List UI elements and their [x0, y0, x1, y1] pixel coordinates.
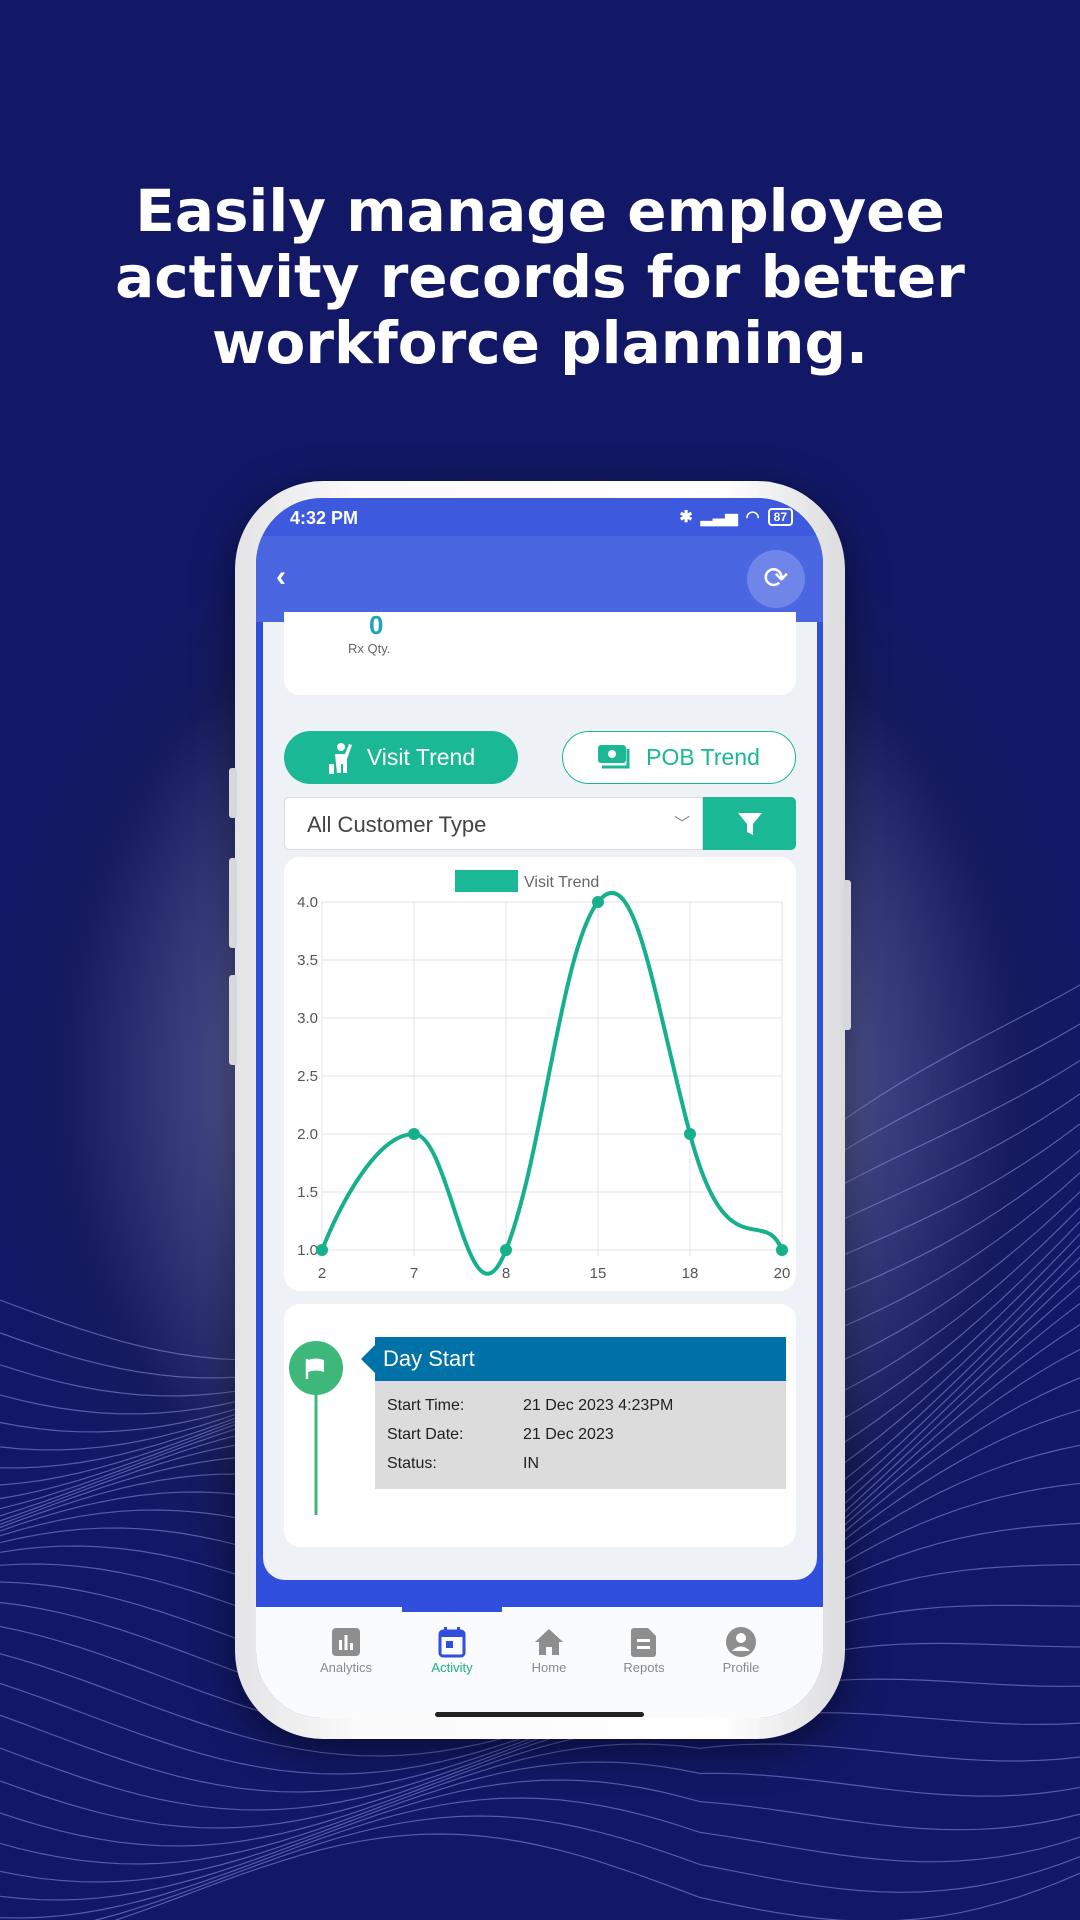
nav-activity[interactable]: Activity: [402, 1624, 502, 1675]
headline: Easily manage employee activity records …: [115, 177, 965, 377]
document-icon: [631, 1628, 656, 1657]
person-waving-icon: [328, 742, 352, 774]
filter-button[interactable]: [703, 797, 796, 850]
data-point: [592, 896, 604, 908]
nav-reports[interactable]: Repots: [594, 1624, 694, 1675]
day-start-details: Start Time: 21 Dec 2023 4:23PM Start Date…: [375, 1381, 786, 1489]
home-indicator[interactable]: [435, 1712, 644, 1717]
nav-home[interactable]: Home: [499, 1624, 599, 1675]
filter-icon: [737, 812, 762, 835]
legend-swatch: [455, 870, 518, 892]
chart-card: 1.0 1.5 2.0 2.5 3.0 3.5 4.0 2 7 8 15 18 20 Visit Tren…: [284, 857, 796, 1291]
app-header: ‹ ⟳: [256, 536, 823, 622]
status-bar: 4:32 PM ✱ ▂▃▅ ◠ 87: [256, 498, 823, 536]
data-point: [408, 1128, 420, 1140]
timeline: [289, 1341, 343, 1515]
wifi-icon: ◠: [745, 509, 760, 526]
phone-button: [229, 975, 237, 1065]
pob-trend-tab[interactable]: POB Trend: [562, 731, 796, 784]
y-tick-label: 1.5: [297, 1184, 318, 1201]
money-icon: [598, 744, 630, 768]
data-point: [500, 1244, 512, 1256]
content-panel: 0 Rx Qty. Visit Trend POB Trend All Cust…: [263, 610, 817, 1580]
day-start-header: Day Start: [361, 1337, 786, 1381]
chevron-left-icon[interactable]: ‹: [276, 560, 286, 594]
data-point: [684, 1128, 696, 1140]
refresh-icon: ⟳: [763, 562, 789, 595]
phone-button: [843, 880, 851, 1030]
y-tick-label: 1.0: [297, 1242, 318, 1259]
y-tick-label: 3.0: [297, 1010, 318, 1027]
x-tick-label: 7: [410, 1265, 418, 1282]
nav-analytics[interactable]: Analytics: [296, 1624, 396, 1675]
battery-icon: 87: [767, 508, 793, 526]
calendar-icon: [438, 1627, 466, 1658]
detail-row: Start Time: 21 Dec 2023 4:23PM: [387, 1397, 674, 1414]
wave-line: [93, 1815, 1080, 1920]
day-start-card: Day Start Start Time: 21 Dec 2023 4:23PM …: [284, 1304, 796, 1547]
profile-icon: [726, 1627, 756, 1657]
chevron-down-icon: ﹀: [673, 816, 690, 833]
series-line: [320, 891, 784, 1276]
visit-trend-tab[interactable]: Visit Trend: [284, 731, 518, 784]
x-tick-label: 15: [590, 1265, 607, 1282]
y-tick-label: 2.0: [297, 1126, 318, 1143]
y-tick-label: 3.5: [297, 952, 318, 969]
phone-button: [229, 768, 237, 818]
customer-type-select[interactable]: All Customer Type ﹀: [284, 797, 703, 850]
x-tick-label: 8: [502, 1265, 510, 1282]
y-tick-label: 2.5: [297, 1068, 318, 1085]
x-tick-label: 2: [318, 1265, 326, 1282]
home-icon: [535, 1629, 563, 1655]
x-tick-label: 20: [774, 1265, 791, 1282]
y-tick-label: 4.0: [297, 894, 318, 911]
active-tab-indicator: [402, 1607, 502, 1612]
visit-trend-chart: 1.0 1.5 2.0 2.5 3.0 3.5 4.0 2 7 8 15 18 20 Visit Tren…: [297, 870, 791, 1282]
data-point: [316, 1244, 328, 1256]
refresh-button[interactable]: ⟳: [747, 550, 805, 608]
bluetooth-icon: ✱: [679, 509, 693, 526]
phone-button: [229, 858, 237, 948]
summary-card: 0 Rx Qty.: [284, 610, 796, 695]
signal-icon: ▂▃▅: [700, 509, 738, 526]
detail-row: Status: IN: [387, 1455, 539, 1472]
detail-row: Start Date: 21 Dec 2023: [387, 1426, 614, 1443]
x-tick-label: 18: [682, 1265, 699, 1282]
app-screen: 4:32 PM ✱ ▂▃▅ ◠ 87 ‹ ⟳ 0 Rx Qty. Visit T…: [256, 498, 823, 1718]
data-point: [776, 1244, 788, 1256]
bar-chart-icon: [332, 1628, 360, 1656]
nav-profile[interactable]: Profile: [691, 1624, 791, 1675]
legend-label: Visit Trend: [524, 874, 599, 891]
